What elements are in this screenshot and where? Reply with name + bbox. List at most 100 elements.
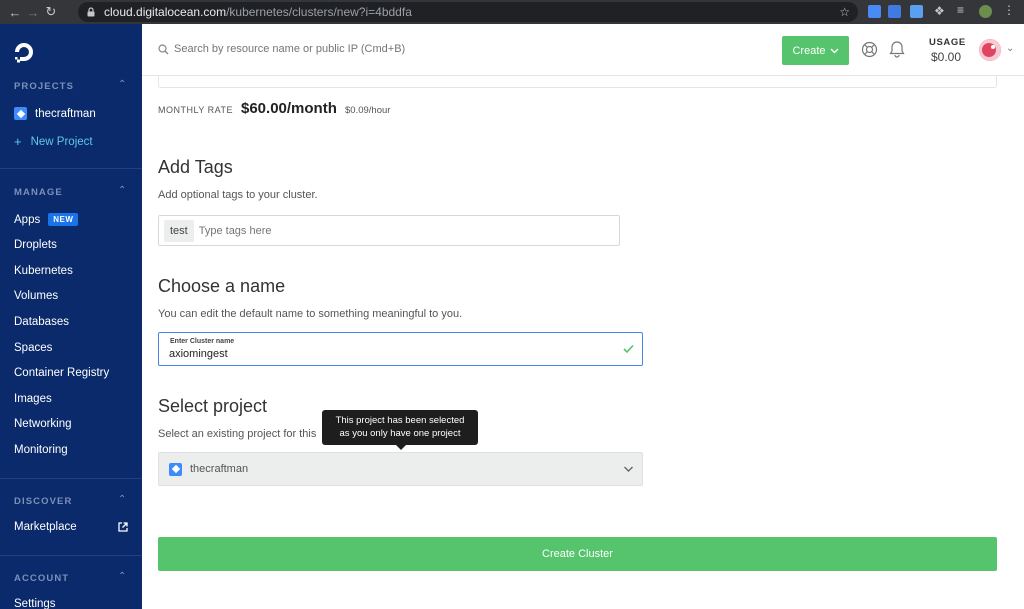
extensions-puzzle-icon[interactable]: ❖ [934,4,947,18]
cluster-name-input[interactable] [169,348,589,360]
url-host: cloud.digitalocean.com [104,5,227,19]
lock-icon [87,7,95,17]
sidebar-item-label: Marketplace [14,521,77,533]
sidebar-item-label: Databases [14,316,69,328]
search-input[interactable] [174,38,474,60]
sidebar-item-label: Kubernetes [14,265,73,277]
hourly-rate-value: $0.09/hour [345,105,391,116]
sidebar-divider [0,478,142,479]
sidebar-item-project[interactable]: thecraftman [14,107,96,120]
monthly-rate-label: MONTHLY RATE [158,105,234,115]
account-collapse-chevron-icon[interactable]: ⌃ [118,571,126,582]
search-icon [158,44,169,55]
extension-icon-2[interactable] [888,5,901,18]
sidebar-item-label: Droplets [14,239,57,251]
help-lifebuoy-icon[interactable] [861,41,878,58]
sidebar-item-marketplace[interactable]: Marketplace [14,521,77,533]
project-icon [14,107,27,120]
reload-icon[interactable]: ↻ [42,0,60,24]
tag-chip[interactable]: test [164,219,194,242]
projects-collapse-chevron-icon[interactable]: ⌃ [118,79,126,90]
account-section-title: ACCOUNT [14,573,70,584]
project-tooltip: This project has been selected as you on… [322,410,478,450]
sidebar-item-networking[interactable]: Networking [14,418,72,430]
top-header: Create USAGE $0.00 ⌄ [142,24,1024,76]
browser-menu-icon[interactable]: ⋮ [1003,3,1016,17]
projects-section-title: PROJECTS [14,81,75,92]
sidebar-divider [0,168,142,169]
create-cluster-label: Create Cluster [542,548,613,560]
bookmark-star-icon[interactable]: ☆ [839,5,850,19]
tags-field[interactable]: test [158,215,620,246]
browser-chrome: ← → ↻ cloud.digitalocean.com/kubernetes/… [0,0,1024,24]
tooltip-line-2: as you only have one project [339,427,461,439]
sidebar-item-droplets[interactable]: Droplets [14,239,57,251]
choose-name-subtitle: You can edit the default name to somethi… [158,308,463,320]
extension-icon-1[interactable] [868,5,881,18]
avatar[interactable] [979,39,1001,61]
sidebar-divider [0,555,142,556]
usage-value: $0.00 [931,50,962,64]
add-tags-subtitle: Add optional tags to your cluster. [158,189,318,201]
create-button-label: Create [792,44,826,57]
create-cluster-button[interactable]: Create Cluster [158,537,997,571]
previous-section-panel-edge [158,76,997,88]
sidebar-item-label: Settings [14,598,56,609]
sidebar-item-images[interactable]: Images [14,393,52,405]
external-link-icon [118,522,128,532]
sidebar-item-label: Networking [14,418,72,430]
tooltip-line-1: This project has been selected [335,415,465,426]
sidebar-item-label: Apps [14,213,41,226]
address-bar[interactable]: cloud.digitalocean.com/kubernetes/cluste… [78,2,858,22]
cluster-name-field[interactable]: Enter Cluster name [158,332,643,366]
cluster-name-label: Enter Cluster name [170,338,235,345]
sidebar-item-label: Spaces [14,342,53,354]
sidebar-item-label: Monitoring [14,444,68,456]
discover-collapse-chevron-icon[interactable]: ⌃ [118,494,126,505]
sidebar-item-container-registry[interactable]: Container Registry [14,367,109,379]
chevron-down-icon [830,48,839,53]
digitalocean-logo-icon[interactable] [12,40,36,64]
account-chevron-down-icon[interactable]: ⌄ [1006,43,1014,54]
usage-label: USAGE [929,37,966,48]
project-select-value: thecraftman [190,463,249,475]
new-badge: NEW [48,213,79,226]
project-icon [169,462,182,476]
project-select[interactable]: thecraftman [158,452,643,486]
plus-icon: + [14,134,22,149]
url-path: /kubernetes/clusters/new?i=4bddfa [226,5,412,19]
check-icon [623,344,634,354]
new-project-label: New Project [30,135,93,148]
extension-icon-3[interactable] [910,5,923,18]
sidebar-item-settings[interactable]: Settings [14,598,56,609]
sidebar-item-kubernetes[interactable]: Kubernetes [14,265,73,277]
choose-name-title: Choose a name [158,276,286,296]
create-button[interactable]: Create [782,36,849,65]
bell-icon[interactable] [889,40,905,58]
reading-list-icon[interactable]: ≡ [957,3,970,17]
manage-collapse-chevron-icon[interactable]: ⌃ [118,185,126,196]
sidebar-item-volumes[interactable]: Volumes [14,290,58,302]
avatar-image-icon [979,39,1001,61]
select-project-subtitle: Select an existing project for this [158,428,317,440]
sidebar-item-spaces[interactable]: Spaces [14,342,52,354]
sidebar-item-label: Container Registry [14,367,110,379]
manage-section-title: MANAGE [14,187,63,198]
sidebar-item-label: Volumes [14,290,59,302]
forward-arrow-icon[interactable]: → [24,0,42,24]
project-name: thecraftman [35,107,96,120]
add-tags-title: Add Tags [158,157,233,177]
sidebar: PROJECTS ⌃ thecraftman + New Project MAN… [0,24,142,609]
chevron-down-icon [624,466,633,472]
sidebar-item-monitoring[interactable]: Monitoring [14,444,68,456]
select-project-title: Select project [158,396,268,416]
discover-section-title: DISCOVER [14,496,73,507]
sidebar-item-apps[interactable]: Apps NEW [14,213,79,226]
back-arrow-icon[interactable]: ← [6,0,24,24]
sidebar-item-new-project[interactable]: + New Project [14,134,93,149]
monthly-rate-value: $60.00/month [241,100,337,117]
sidebar-item-label: Images [14,393,52,405]
tags-input[interactable] [198,224,499,237]
profile-avatar-icon[interactable] [979,5,992,18]
sidebar-item-databases[interactable]: Databases [14,316,69,328]
